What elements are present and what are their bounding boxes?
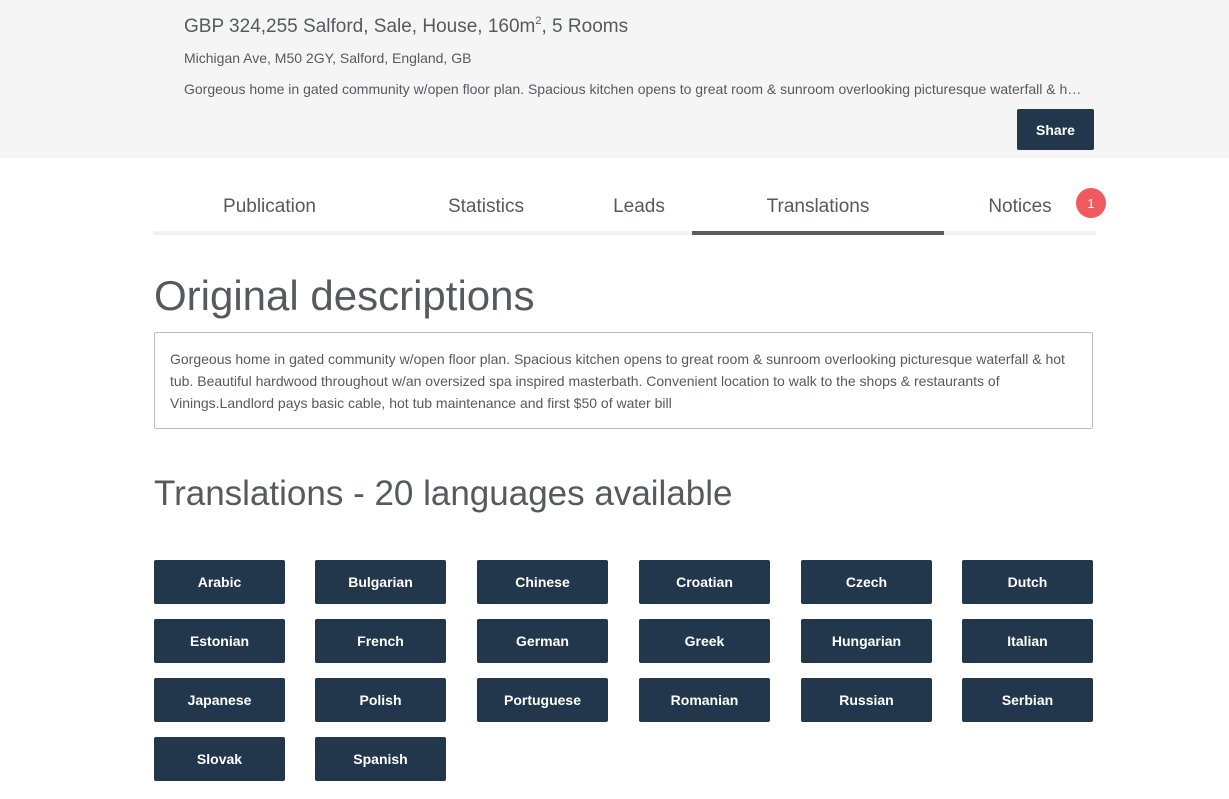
language-button-romanian[interactable]: Romanian: [639, 678, 770, 722]
language-button-bulgarian[interactable]: Bulgarian: [315, 560, 446, 604]
language-button-japanese[interactable]: Japanese: [154, 678, 285, 722]
original-descriptions-heading: Original descriptions: [154, 272, 535, 319]
listing-header: GBP 324,255 Salford, Sale, House, 160m2,…: [0, 0, 1229, 158]
language-button-arabic[interactable]: Arabic: [154, 560, 285, 604]
listing-title-main: GBP 324,255 Salford, Sale, House, 160m: [184, 16, 536, 37]
notices-count-badge: 1: [1076, 188, 1106, 218]
share-button[interactable]: Share: [1017, 109, 1094, 150]
language-button-croatian[interactable]: Croatian: [639, 560, 770, 604]
translations-heading: Translations - 20 languages available: [154, 474, 733, 513]
language-button-greek[interactable]: Greek: [639, 619, 770, 663]
tab-publication[interactable]: Publication: [153, 182, 386, 235]
tab-notices[interactable]: Notices: [944, 182, 1096, 235]
language-button-estonian[interactable]: Estonian: [154, 619, 285, 663]
listing-address: Michigan Ave, M50 2GY, Salford, England,…: [184, 50, 472, 66]
original-description-box[interactable]: Gorgeous home in gated community w/open …: [154, 332, 1093, 429]
tab-translations[interactable]: Translations: [692, 182, 944, 235]
language-button-french[interactable]: French: [315, 619, 446, 663]
language-button-portuguese[interactable]: Portuguese: [477, 678, 608, 722]
language-button-serbian[interactable]: Serbian: [962, 678, 1093, 722]
language-button-german[interactable]: German: [477, 619, 608, 663]
language-button-chinese[interactable]: Chinese: [477, 560, 608, 604]
language-button-slovak[interactable]: Slovak: [154, 737, 285, 781]
listing-title: GBP 324,255 Salford, Sale, House, 160m2,…: [184, 15, 628, 38]
language-button-dutch[interactable]: Dutch: [962, 560, 1093, 604]
tab-leads[interactable]: Leads: [586, 182, 692, 235]
language-button-italian[interactable]: Italian: [962, 619, 1093, 663]
listing-summary: Gorgeous home in gated community w/open …: [184, 81, 1084, 97]
language-button-russian[interactable]: Russian: [801, 678, 932, 722]
language-button-hungarian[interactable]: Hungarian: [801, 619, 932, 663]
listing-title-rest: , 5 Rooms: [541, 16, 629, 37]
language-button-czech[interactable]: Czech: [801, 560, 932, 604]
tab-bar: Publication Statistics Leads Translation…: [153, 182, 1106, 235]
language-button-polish[interactable]: Polish: [315, 678, 446, 722]
tab-statistics[interactable]: Statistics: [386, 182, 586, 235]
language-button-spanish[interactable]: Spanish: [315, 737, 446, 781]
